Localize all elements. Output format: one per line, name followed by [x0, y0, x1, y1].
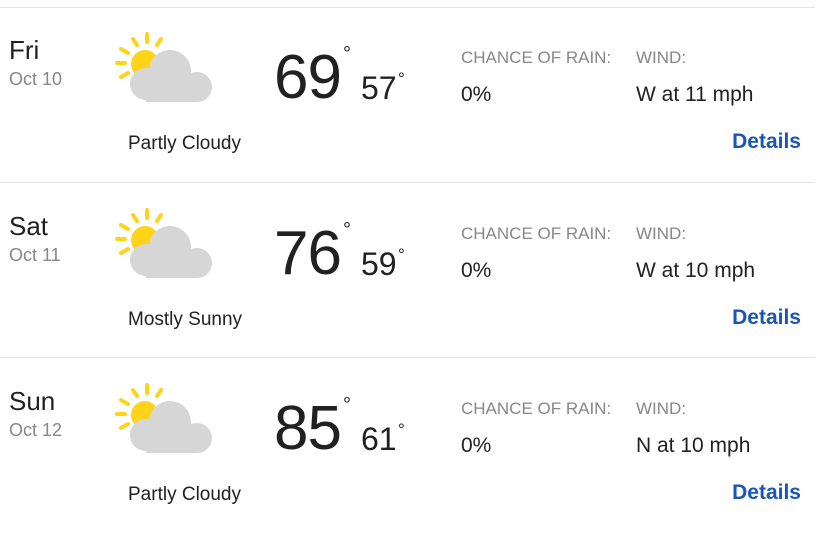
- wind-label: WIND:: [636, 224, 687, 243]
- low-temperature: 61: [361, 421, 397, 457]
- forecast-day-row: Sun Oct 12 Partly Cloudy 85 ° 61 ° CHANC…: [0, 358, 825, 533]
- chance-of-rain-value: 0%: [461, 434, 492, 457]
- wind-label: WIND:: [636, 48, 687, 67]
- degree-symbol: °: [398, 245, 405, 264]
- details-link[interactable]: Details: [732, 305, 801, 331]
- chance-of-rain-label: CHANCE OF RAIN:: [461, 224, 612, 243]
- low-temperature: 57: [361, 70, 397, 106]
- condition-label: Partly Cloudy: [128, 484, 241, 505]
- degree-symbol: °: [398, 420, 405, 439]
- forecast-day-row: Sat Oct 11 Mostly Sunny 76 ° 59 ° CHANCE…: [0, 183, 825, 358]
- degree-symbol: °: [343, 219, 351, 241]
- high-temperature: 85: [274, 394, 342, 463]
- chance-of-rain-value: 0%: [461, 259, 492, 282]
- day-date: Oct 10: [9, 69, 63, 89]
- partly-cloudy-icon: [115, 383, 212, 453]
- day-name: Sat: [9, 211, 49, 241]
- day-name: Fri: [9, 35, 40, 65]
- condition-label: Mostly Sunny: [128, 309, 243, 330]
- details-link[interactable]: Details: [732, 129, 801, 155]
- wind-value: W at 10 mph: [636, 259, 756, 282]
- chance-of-rain-label: CHANCE OF RAIN:: [461, 399, 612, 418]
- details-link[interactable]: Details: [732, 480, 801, 506]
- wind-value: W at 11 mph: [636, 83, 754, 106]
- high-temperature: 76: [274, 219, 342, 288]
- degree-symbol: °: [343, 43, 351, 65]
- weather-forecast-list: Fri Oct 10 Partly Cloudy 69 ° 57 ° CHANC…: [0, 0, 825, 510]
- degree-symbol: °: [398, 69, 405, 88]
- forecast-day-row: Fri Oct 10 Partly Cloudy 69 ° 57 ° CHANC…: [0, 7, 825, 182]
- partly-cloudy-icon: [115, 32, 212, 102]
- wind-label: WIND:: [636, 399, 687, 418]
- low-temperature: 59: [361, 246, 397, 282]
- chance-of-rain-value: 0%: [461, 83, 492, 106]
- day-name: Sun: [9, 386, 56, 416]
- day-date: Oct 12: [9, 420, 63, 440]
- condition-label: Partly Cloudy: [128, 133, 241, 154]
- chance-of-rain-label: CHANCE OF RAIN:: [461, 48, 612, 67]
- high-temperature: 69: [274, 43, 342, 112]
- partly-cloudy-icon: [115, 208, 212, 278]
- wind-value: N at 10 mph: [636, 434, 751, 457]
- day-date: Oct 11: [9, 245, 61, 265]
- degree-symbol: °: [343, 394, 351, 416]
